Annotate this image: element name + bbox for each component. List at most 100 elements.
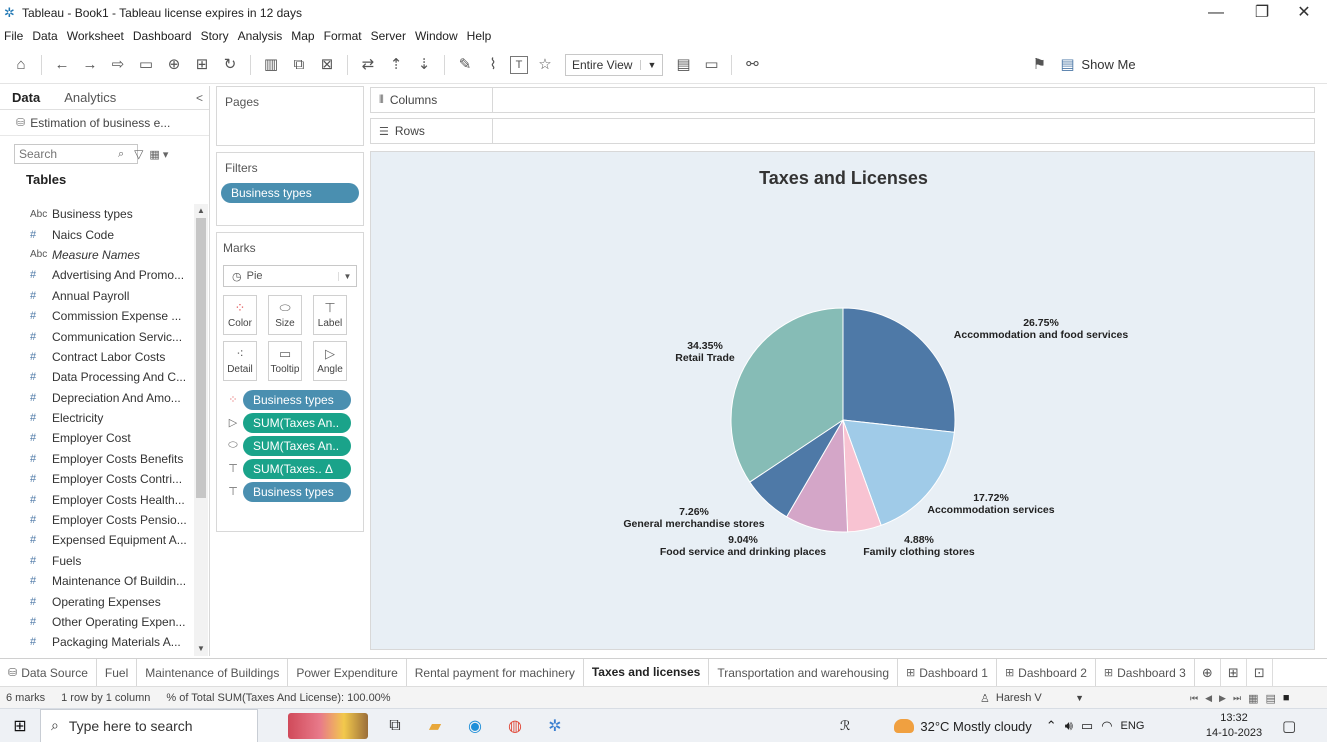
sort-descending-icon[interactable]: ⇣ [413,54,435,76]
new-story-icon[interactable]: ⊡ [1247,659,1273,686]
highlight-icon[interactable]: ✎ [454,54,476,76]
grid-view-icon[interactable]: ▦ [1248,692,1258,705]
group-icon[interactable]: ⌇ [482,54,504,76]
filter-icon[interactable]: ▽ [134,147,143,161]
edge-icon[interactable]: ◉ [462,713,488,739]
chrome-icon[interactable]: ◍ [502,713,528,739]
field-item[interactable]: Abc Measure Names [0,245,194,265]
notifications-icon[interactable]: ▢ [1282,717,1296,735]
add-datasource-icon[interactable]: ⊕ [163,54,185,76]
tab-dashboard-1[interactable]: ⊞ Dashboard 1 [898,659,997,686]
field-item[interactable]: # Data Processing And C... [0,367,194,387]
color-button[interactable]: ⁘ Color [223,295,257,335]
last-sheet-icon[interactable]: ⏭ [1233,693,1241,704]
tab-data-source[interactable]: ⛁ Data Source [0,659,97,686]
viz-canvas[interactable]: Taxes and Licenses 26.75% Accommodation a… [370,151,1315,650]
mark-pill[interactable]: SUM(Taxes.. Δ [243,458,351,479]
menu-analysis[interactable]: Analysis [238,29,283,43]
tab-analytics[interactable]: Analytics [52,86,128,110]
field-item[interactable]: # Packaging Materials A... [0,632,194,652]
search-icon[interactable]: ⌕ [118,148,124,161]
field-item[interactable]: # Communication Servic... [0,326,194,346]
mark-type-dropdown[interactable]: ◷ Pie ▼ [223,265,357,287]
menu-file[interactable]: File [4,29,23,43]
home-icon[interactable]: ⌂ [10,54,32,76]
task-view-icon[interactable]: ⧉ [382,713,408,739]
new-worksheet-icon[interactable]: ▥ [260,54,282,76]
save-icon[interactable]: ▭ [135,54,157,76]
back-icon[interactable]: ← [51,54,73,76]
tab-dashboard-2[interactable]: ⊞ Dashboard 2 [997,659,1096,686]
battery-icon[interactable]: ▭ [1081,718,1093,734]
field-item[interactable]: Abc Business types [0,204,194,224]
field-item[interactable]: # Employer Cost [0,428,194,448]
scroll-up-icon[interactable]: ▲ [194,204,208,218]
tooltip-button[interactable]: ▭ Tooltip [268,341,302,381]
menu-story[interactable]: Story [201,29,229,43]
field-list-scrollbar[interactable]: ▲ ▼ [194,204,208,656]
close-button[interactable]: ✕ [1282,2,1326,24]
tab-taxes-and-licenses[interactable]: Taxes and licenses [583,659,710,686]
volume-icon[interactable]: 🔊︎ [1065,718,1073,734]
clear-sheet-icon[interactable]: ⊠ [316,54,338,76]
show-me-icon[interactable]: ▤ [1056,54,1078,76]
tab-maintenance-of-buildings[interactable]: Maintenance of Buildings [137,659,289,686]
language-indicator[interactable]: ENG [1121,720,1145,732]
tab-dashboard-3[interactable]: ⊞ Dashboard 3 [1096,659,1195,686]
field-item[interactable]: # Fuels [0,551,194,571]
forward-icon[interactable]: → [79,54,101,76]
tabs-view-icon[interactable]: ■ [1283,692,1290,704]
filmstrip-view-icon[interactable]: ▤ [1265,692,1275,705]
field-item[interactable]: # Advertising And Promo... [0,265,194,285]
rows-shelf[interactable]: ☰ Rows [370,118,1315,144]
field-item[interactable]: # Commission Expense ... [0,306,194,326]
show-labels-icon[interactable]: T [510,55,528,74]
menu-format[interactable]: Format [324,29,362,43]
angle-button[interactable]: ▷ Angle [313,341,347,381]
pie-slice[interactable] [842,307,956,433]
share-icon[interactable]: ⚯ [741,54,763,76]
prev-sheet-icon[interactable]: ◀ [1205,693,1212,704]
field-item[interactable]: # Electricity [0,408,194,428]
field-item[interactable]: # Operating Expenses [0,591,194,611]
field-item[interactable]: # Employer Costs Benefits [0,449,194,469]
tableau-taskbar-icon[interactable]: ✲ [542,713,568,739]
field-item[interactable]: # Maintenance Of Buildin... [0,571,194,591]
menu-map[interactable]: Map [291,29,314,43]
fit-dropdown[interactable]: Entire View ▼ [565,53,664,76]
windows-start-icon[interactable]: ⊞ [0,709,40,742]
size-button[interactable]: ⬭ Size [268,295,302,335]
menu-server[interactable]: Server [371,29,406,43]
mark-pill[interactable]: Business types [243,481,351,502]
field-item[interactable]: # Employer Costs Contri... [0,469,194,489]
refresh-icon[interactable]: ↻ [219,54,241,76]
weather-icon[interactable] [894,719,915,733]
menu-window[interactable]: Window [415,29,458,43]
taskbar-search[interactable]: ⌕ Type here to search [40,708,258,742]
columns-shelf[interactable]: ⦀ Columns [370,87,1315,113]
field-item[interactable]: # Employer Costs Health... [0,489,194,509]
tab-transportation[interactable]: Transportation and warehousing [709,659,899,686]
field-item[interactable]: #Parts And Supplies Not... [0,653,194,654]
collapse-pane-icon[interactable]: < [196,91,203,105]
presentation-icon[interactable]: ▭ [700,54,722,76]
menu-help[interactable]: Help [467,29,492,43]
mark-pill[interactable]: Business types [243,389,351,410]
datasource-item[interactable]: ⛁ Estimation of business e... [0,110,209,136]
menu-data[interactable]: Data [32,29,57,43]
field-item[interactable]: # Depreciation And Amo... [0,388,194,408]
weather-text[interactable]: 32°C Mostly cloudy [920,719,1031,734]
scroll-down-icon[interactable]: ▼ [194,642,208,656]
field-item[interactable]: # Contract Labor Costs [0,347,194,367]
pie-chart[interactable]: 26.75%Accommodation and food services 17.… [371,152,1316,651]
tab-rental-payment[interactable]: Rental payment for machinery [407,659,584,686]
scroll-thumb[interactable] [196,218,206,498]
mark-pill[interactable]: SUM(Taxes An.. [243,435,351,456]
pin-icon[interactable]: ☆ [534,54,556,76]
show-me-button[interactable]: Show Me [1081,57,1135,72]
new-worksheet-icon[interactable]: ⊕ [1195,659,1221,686]
field-item[interactable]: # Expensed Equipment A... [0,530,194,550]
wifi-icon[interactable]: ◠ [1101,718,1112,734]
signpost-icon[interactable]: ⚑ [1028,54,1050,76]
menu-worksheet[interactable]: Worksheet [67,29,124,43]
